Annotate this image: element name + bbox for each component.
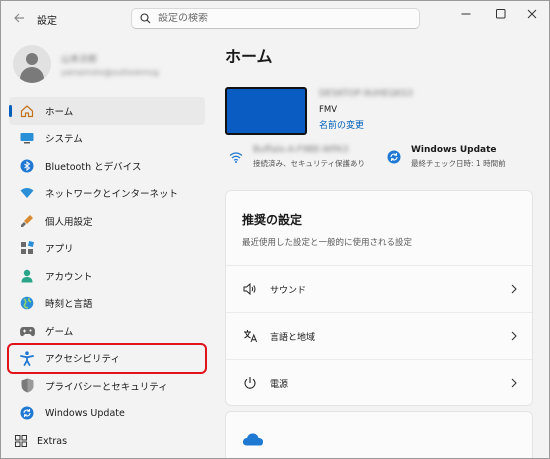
network-status[interactable]: Buffalo-A-F9BE-WPA3 接続済み、セキュリティ保護あり	[227, 145, 365, 169]
personalization-icon	[19, 213, 35, 229]
sidebar-nav: ホーム システム Bluetooth とデバイス ネットワークとインターネット	[7, 97, 207, 428]
minimize-button[interactable]	[449, 1, 483, 27]
page-title: ホーム	[225, 47, 273, 66]
update-status[interactable]: Windows Update 最終チェック日時: 1 時間前	[385, 145, 506, 169]
profile-email: yamamoto@outlookmsg	[61, 67, 159, 77]
recommended-item-language[interactable]: 言語と地域	[226, 312, 532, 359]
windows-update-icon	[19, 405, 35, 421]
sidebar-item-label: アカウント	[45, 271, 93, 283]
wifi-icon	[227, 148, 245, 166]
time-language-icon	[19, 295, 35, 311]
sidebar-item-privacy[interactable]: プライバシーとセキュリティ	[9, 372, 205, 400]
sidebar-item-label: Bluetooth とデバイス	[45, 161, 142, 173]
accessibility-icon	[19, 350, 35, 366]
recommended-item-label: 電源	[270, 379, 289, 390]
system-icon	[19, 130, 35, 146]
sidebar-item-gaming[interactable]: ゲーム	[9, 317, 205, 345]
minimize-icon	[461, 13, 471, 15]
sidebar-item-system[interactable]: システム	[9, 125, 205, 153]
sidebar-item-windows-update[interactable]: Windows Update	[9, 400, 205, 428]
home-icon	[19, 103, 35, 119]
back-arrow-icon	[14, 13, 24, 23]
shield-icon	[19, 378, 35, 394]
onedrive-cloud-icon	[242, 432, 266, 448]
sidebar-item-label: ゲーム	[45, 326, 74, 338]
device-card: DESKTOP-9UHEQKS3 FMV 名前の変更	[225, 87, 413, 135]
recommended-settings-card: 推奨の設定 最近使用した設定と一般的に使用される設定 サウンド 言語と地域 電源	[225, 190, 533, 406]
network-status-text: 接続済み、セキュリティ保護あり	[253, 159, 366, 168]
sidebar-item-label: 個人用設定	[45, 216, 93, 228]
device-name: DESKTOP-9UHEQKS3	[319, 89, 413, 99]
close-icon	[527, 9, 537, 19]
apps-icon	[19, 240, 35, 256]
sidebar-item-label: 時刻と言語	[45, 299, 93, 311]
status-row: Buffalo-A-F9BE-WPA3 接続済み、セキュリティ保護あり Wind…	[227, 145, 547, 175]
recommended-item-label: 言語と地域	[270, 332, 316, 343]
back-button[interactable]	[11, 10, 27, 26]
network-name: Buffalo-A-F9BE-WPA3	[253, 145, 349, 155]
gaming-icon	[19, 323, 35, 339]
power-icon	[242, 375, 258, 391]
maximize-button[interactable]	[484, 1, 518, 27]
sidebar-item-bluetooth[interactable]: Bluetooth とデバイス	[9, 152, 205, 180]
windows-update-icon	[385, 148, 403, 166]
close-button[interactable]	[515, 1, 549, 27]
device-image	[225, 87, 307, 135]
speaker-icon	[242, 281, 258, 297]
sidebar-item-label: アプリ	[45, 244, 74, 256]
chevron-right-icon	[508, 282, 520, 296]
search-input[interactable]	[158, 13, 408, 24]
rename-link[interactable]: 名前の変更	[319, 118, 413, 131]
sidebar-item-apps[interactable]: アプリ	[9, 235, 205, 263]
sidebar-item-label: アクセシビリティ	[45, 354, 120, 366]
search-box[interactable]	[131, 8, 420, 29]
maximize-icon	[496, 9, 506, 19]
update-status-text: 最終チェック日時: 1 時間前	[411, 159, 506, 168]
settings-window: 設定 山本次郎 yamamoto@outlookmsg	[0, 0, 550, 459]
title-bar: 設定	[1, 1, 549, 35]
recommended-item-sound[interactable]: サウンド	[226, 265, 532, 312]
sidebar-item-personalization[interactable]: 個人用設定	[9, 207, 205, 235]
sidebar-item-time-language[interactable]: 時刻と言語	[9, 290, 205, 318]
sidebar-item-accounts[interactable]: アカウント	[9, 262, 205, 290]
bluetooth-icon	[19, 158, 35, 174]
profile-name: 山本次郎	[61, 54, 98, 65]
chevron-right-icon	[508, 376, 520, 390]
chevron-right-icon	[508, 329, 520, 343]
account-icon	[19, 268, 35, 284]
sidebar-item-label: プライバシーとセキュリティ	[45, 381, 168, 393]
sidebar-item-extras[interactable]: Extras	[9, 429, 205, 453]
update-title: Windows Update	[411, 145, 497, 155]
device-model: FMV	[319, 105, 338, 115]
sidebar-item-label: ホーム	[45, 106, 74, 118]
avatar	[13, 45, 51, 83]
sidebar-item-home[interactable]: ホーム	[9, 97, 205, 125]
onedrive-card[interactable]	[225, 411, 533, 458]
search-icon	[132, 13, 158, 24]
recommended-title: 推奨の設定	[242, 213, 303, 227]
extras-grid-icon	[13, 433, 29, 449]
user-profile[interactable]: 山本次郎 yamamoto@outlookmsg	[13, 45, 159, 83]
wifi-icon	[19, 185, 35, 201]
recommended-item-power[interactable]: 電源	[226, 359, 532, 406]
sidebar-item-accessibility[interactable]: アクセシビリティ	[7, 342, 207, 374]
app-title: 設定	[37, 16, 57, 27]
sidebar: 山本次郎 yamamoto@outlookmsg ホーム システム Blueto…	[1, 35, 213, 458]
sidebar-item-network[interactable]: ネットワークとインターネット	[9, 180, 205, 208]
main-content: ホーム DESKTOP-9UHEQKS3 FMV 名前の変更 Buffalo-A…	[213, 35, 549, 458]
sidebar-item-label: システム	[45, 134, 83, 146]
sidebar-item-label: Windows Update	[45, 407, 125, 419]
extras-label: Extras	[37, 435, 68, 447]
recommended-subtitle: 最近使用した設定と一般的に使用される設定	[242, 238, 413, 248]
sidebar-item-label: ネットワークとインターネット	[45, 189, 179, 201]
recommended-item-label: サウンド	[270, 285, 307, 296]
language-icon	[242, 328, 258, 344]
